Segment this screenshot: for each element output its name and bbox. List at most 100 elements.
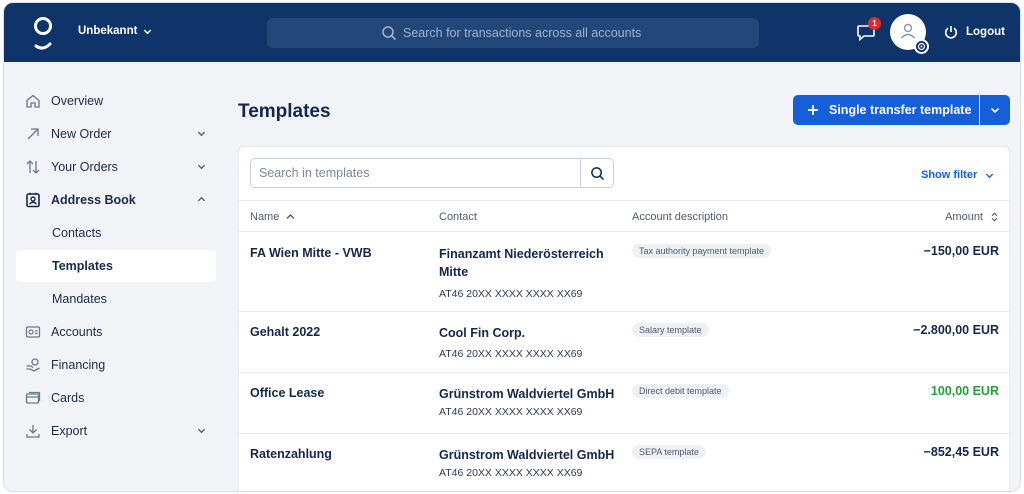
contact-name: Grünstrom Waldviertel GmbH bbox=[439, 448, 615, 462]
global-search-input[interactable]: Search for transactions across all accou… bbox=[267, 18, 759, 48]
sidebar-item-label: Overview bbox=[51, 94, 104, 108]
column-amount-label: Amount bbox=[945, 211, 983, 223]
user-icon bbox=[900, 23, 916, 39]
chevron-down-icon bbox=[197, 428, 206, 434]
sidebar-item-export[interactable]: Export bbox=[16, 415, 216, 447]
template-name: Gehalt 2022 bbox=[250, 325, 321, 339]
sidebar-item-label: Mandates bbox=[52, 292, 107, 306]
sidebar-item-label: New Order bbox=[51, 127, 112, 141]
swap-arrows-icon bbox=[24, 158, 42, 176]
notification-badge: 1 bbox=[868, 17, 881, 30]
logout-label: Logout bbox=[966, 26, 1005, 38]
table-header: Name Contact Account description Amount bbox=[239, 200, 1009, 232]
table-row[interactable]: Office Lease Grünstrom Waldviertel GmbH … bbox=[239, 373, 1009, 434]
template-name: Office Lease bbox=[250, 386, 325, 400]
chevron-down-icon bbox=[990, 107, 1000, 114]
template-amount: 100,00 EUR bbox=[930, 384, 999, 398]
column-header-name[interactable]: Name bbox=[250, 211, 295, 223]
financing-icon bbox=[24, 356, 42, 374]
contact-iban: AT46 20XX XXXX XXXX XX69 bbox=[439, 348, 583, 360]
brand-logo-icon[interactable] bbox=[32, 15, 54, 51]
sidebar-item-label: Export bbox=[51, 424, 88, 438]
chevron-down-icon bbox=[144, 29, 152, 34]
sidebar-item-new-order[interactable]: New Order bbox=[16, 118, 216, 150]
sidebar-item-label: Financing bbox=[51, 358, 106, 372]
sidebar-item-address-book[interactable]: Address Book bbox=[16, 184, 216, 216]
table-row[interactable]: Ratenzahlung Grünstrom Waldviertel GmbH … bbox=[239, 434, 1009, 491]
logout-button[interactable]: Logout bbox=[944, 25, 1005, 39]
page-title: Templates bbox=[238, 101, 331, 122]
show-filter-button[interactable]: Show filter bbox=[921, 169, 994, 181]
single-transfer-template-button[interactable]: Single transfer template bbox=[793, 95, 979, 125]
template-tag: SEPA template bbox=[632, 445, 706, 459]
home-icon bbox=[24, 92, 42, 110]
contact-iban: AT46 20XX XXXX XXXX XX69 bbox=[439, 406, 583, 418]
search-icon bbox=[382, 26, 397, 41]
templates-card: Show filter Name Contact Account descrip… bbox=[238, 146, 1010, 491]
template-amount: −852,45 EUR bbox=[923, 445, 999, 459]
sidebar-item-templates[interactable]: Templates bbox=[16, 250, 216, 282]
template-search-input[interactable] bbox=[251, 159, 581, 187]
contact-iban: AT46 20XX XXXX XXXX XX69 bbox=[439, 467, 583, 479]
template-name: FA Wien Mitte - VWB bbox=[250, 246, 372, 260]
show-filter-label: Show filter bbox=[921, 169, 978, 181]
template-tag: Direct debit template bbox=[632, 384, 729, 398]
template-search bbox=[250, 158, 614, 188]
sidebar-item-contacts[interactable]: Contacts bbox=[16, 217, 216, 249]
download-icon bbox=[24, 422, 42, 440]
workspace-switcher[interactable]: Unbekannt bbox=[78, 25, 152, 37]
template-amount: −150,00 EUR bbox=[923, 244, 999, 258]
settings-badge bbox=[914, 39, 929, 54]
sidebar-item-overview[interactable]: Overview bbox=[16, 85, 216, 117]
contact-name: Cool Fin Corp. bbox=[439, 326, 526, 340]
template-amount: −2.800,00 EUR bbox=[913, 323, 999, 337]
cards-icon bbox=[24, 389, 42, 407]
template-tag: Tax authority payment template bbox=[632, 244, 772, 258]
sidebar: Overview New Order Your Orders Address B… bbox=[4, 62, 226, 491]
template-search-button[interactable] bbox=[580, 159, 613, 187]
sidebar-item-financing[interactable]: Financing bbox=[16, 349, 216, 381]
sidebar-item-label: Your Orders bbox=[51, 160, 118, 174]
sidebar-item-accounts[interactable]: Accounts bbox=[16, 316, 216, 348]
search-icon bbox=[590, 166, 604, 180]
sidebar-item-label: Accounts bbox=[51, 325, 103, 339]
single-transfer-template-label: Single transfer template bbox=[829, 103, 972, 117]
table-row[interactable]: FA Wien Mitte - VWB Finanzamt Niederöste… bbox=[239, 233, 1009, 312]
top-bar: Unbekannt Search for transactions across… bbox=[4, 3, 1020, 62]
sidebar-item-cards[interactable]: Cards bbox=[16, 382, 216, 414]
contact-book-icon bbox=[24, 191, 42, 209]
column-header-amount[interactable]: Amount bbox=[945, 211, 999, 223]
sort-ascending-icon bbox=[286, 214, 295, 219]
contact-name: Grünstrom Waldviertel GmbH bbox=[439, 387, 615, 401]
power-icon bbox=[944, 26, 958, 39]
template-options-dropdown[interactable] bbox=[980, 95, 1010, 125]
sidebar-item-label: Templates bbox=[52, 259, 113, 273]
template-name: Ratenzahlung bbox=[250, 447, 332, 461]
arrow-up-right-icon bbox=[24, 125, 42, 143]
table-row[interactable]: Gehalt 2022 Cool Fin Corp. AT46 20XX XXX… bbox=[239, 312, 1009, 373]
global-search-placeholder: Search for transactions across all accou… bbox=[403, 26, 642, 40]
sidebar-item-label: Address Book bbox=[51, 193, 136, 207]
app-window: Unbekannt Search for transactions across… bbox=[3, 2, 1021, 492]
column-description-label: Account description bbox=[632, 211, 728, 223]
column-header-account-description: Account description bbox=[632, 211, 728, 223]
column-name-label: Name bbox=[250, 211, 280, 223]
template-tag: Salary template bbox=[632, 323, 709, 337]
avatar[interactable] bbox=[890, 14, 929, 54]
workspace-name: Unbekannt bbox=[78, 25, 138, 37]
chevron-down-icon bbox=[986, 173, 994, 178]
contact-iban: AT46 20XX XXXX XXXX XX69 bbox=[439, 288, 583, 300]
plus-icon bbox=[808, 105, 818, 115]
sidebar-item-your-orders[interactable]: Your Orders bbox=[16, 151, 216, 183]
contact-name: Finanzamt Niederösterreich Mitte bbox=[439, 247, 604, 279]
sidebar-item-label: Contacts bbox=[52, 226, 102, 240]
chevron-down-icon bbox=[197, 131, 206, 137]
sidebar-item-label: Cards bbox=[51, 391, 85, 405]
sidebar-item-mandates[interactable]: Mandates bbox=[16, 283, 216, 315]
sort-icon bbox=[991, 212, 998, 222]
account-card-icon bbox=[24, 323, 42, 341]
chevron-down-icon bbox=[197, 164, 206, 170]
column-header-contact: Contact bbox=[439, 211, 477, 223]
column-contact-label: Contact bbox=[439, 211, 477, 223]
gear-icon bbox=[917, 42, 926, 51]
